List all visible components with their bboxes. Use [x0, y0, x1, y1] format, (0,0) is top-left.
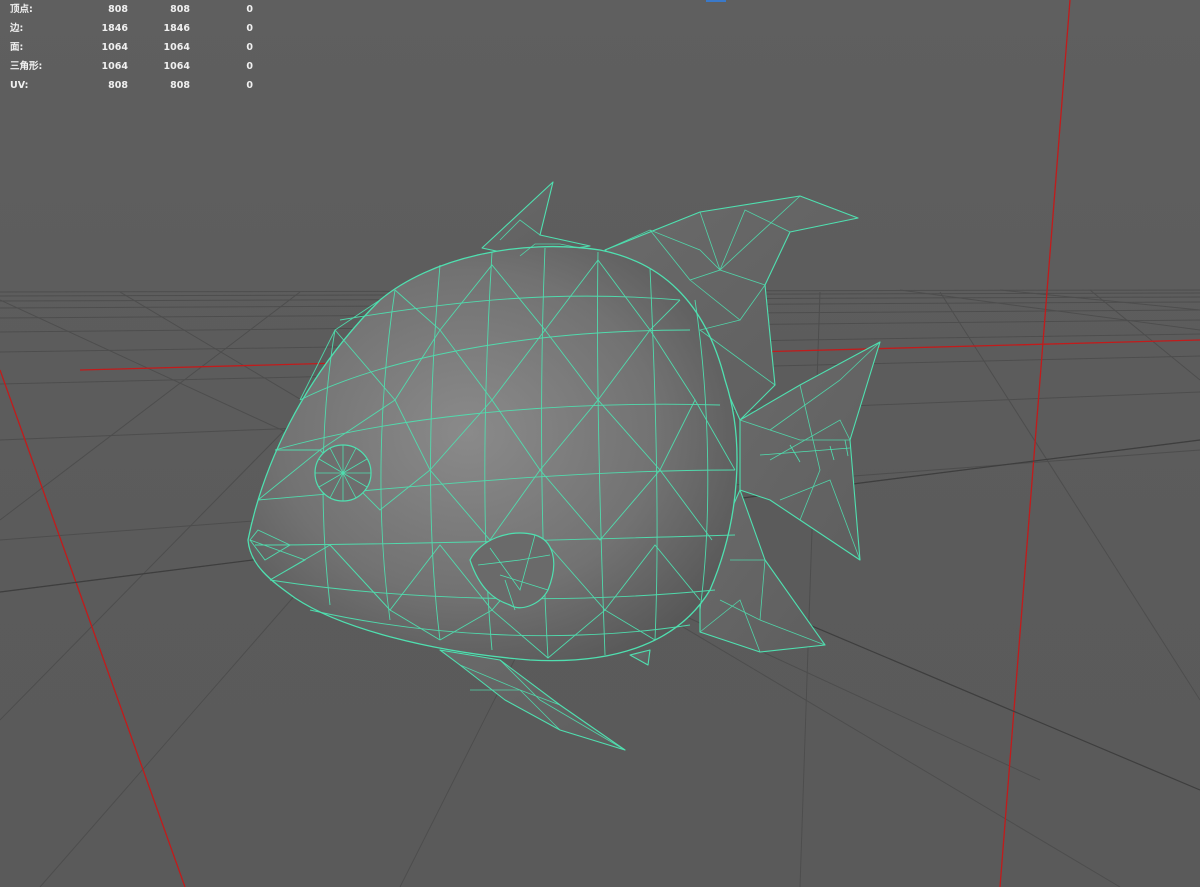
- hud-value: 1846: [101, 23, 128, 34]
- 3d-viewport[interactable]: 顶点: 808 808 0 边: 1846 1846 0 面: 1064 106…: [0, 0, 1200, 887]
- hud-value: 0: [246, 80, 253, 91]
- hud-row-uvs: UV: 808 808 0: [10, 76, 253, 95]
- hud-label: 面:: [10, 42, 24, 53]
- hud-value: 1846: [163, 23, 190, 34]
- hud-label: 三角形:: [10, 61, 43, 72]
- hud-value: 1064: [163, 61, 190, 72]
- hud-row-faces: 面: 1064 1064 0: [10, 38, 253, 57]
- fish-mesh[interactable]: [247, 181, 881, 751]
- hud-value: 1064: [101, 61, 128, 72]
- hud-row-edges: 边: 1846 1846 0: [10, 19, 253, 38]
- fish-eye: [314, 444, 372, 502]
- hud-value: 808: [170, 4, 190, 15]
- hud-label: 边:: [10, 23, 24, 34]
- hud-label: UV:: [10, 80, 29, 91]
- hud-value: 808: [108, 80, 128, 91]
- hud-value: 0: [246, 4, 253, 15]
- hud-row-triangles: 三角形: 1064 1064 0: [10, 57, 253, 76]
- hud-value: 0: [246, 23, 253, 34]
- hud-value: 1064: [101, 42, 128, 53]
- hud-value: 0: [246, 42, 253, 53]
- poly-count-hud: 顶点: 808 808 0 边: 1846 1846 0 面: 1064 106…: [10, 0, 253, 95]
- hud-value: 808: [108, 4, 128, 15]
- hud-row-vertices: 顶点: 808 808 0: [10, 0, 253, 19]
- hud-value: 1064: [163, 42, 190, 53]
- viewport-scene[interactable]: [0, 0, 1200, 887]
- hud-value: 0: [246, 61, 253, 72]
- hud-value: 808: [170, 80, 190, 91]
- hud-label: 顶点:: [10, 4, 33, 15]
